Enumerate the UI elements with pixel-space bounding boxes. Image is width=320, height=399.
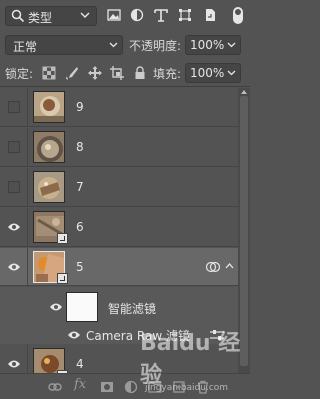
layer-row-9[interactable]: 9	[0, 88, 238, 127]
lock-artboard-icon[interactable]	[110, 66, 124, 80]
type-filter-icon[interactable]	[154, 8, 168, 22]
fill-value: 100%	[190, 66, 225, 80]
smart-filters-row[interactable]: 智能滤镜	[0, 287, 238, 326]
chevron-down-icon	[227, 70, 236, 76]
layer-thumbnail	[33, 131, 65, 163]
eye-icon	[8, 263, 20, 271]
lock-all-icon[interactable]	[133, 66, 147, 80]
eye-icon	[8, 223, 20, 231]
add-mask-icon[interactable]	[100, 380, 114, 394]
layer-row-8[interactable]: 8	[0, 128, 238, 167]
visibility-toggle[interactable]	[0, 248, 28, 287]
baidu-watermark-logo: Baidu 经验	[140, 331, 241, 388]
scroll-up-icon[interactable]	[240, 88, 248, 96]
adjustment-filter-icon[interactable]	[130, 8, 144, 22]
smart-filters-label: 智能滤镜	[108, 302, 157, 316]
link-layers-icon[interactable]	[48, 380, 62, 394]
fill-label: 填充:	[153, 67, 182, 81]
eye-icon[interactable]	[67, 330, 81, 340]
layer-filter-bar: 类型	[0, 0, 250, 31]
adjustment-layer-icon[interactable]	[124, 380, 138, 394]
opacity-label: 不透明度:	[129, 39, 182, 53]
lock-image-pixels-icon[interactable]	[65, 66, 79, 80]
visibility-off-box	[8, 101, 20, 113]
lock-label: 锁定:	[5, 67, 34, 81]
eye-icon[interactable]	[49, 302, 63, 312]
layer-name: 5	[76, 260, 84, 274]
filter-toggle[interactable]	[233, 7, 243, 24]
layer-name: 4	[76, 357, 84, 371]
chevron-down-icon	[80, 12, 90, 18]
visibility-off-box	[8, 141, 20, 153]
collapse-effects-icon[interactable]	[225, 262, 234, 270]
lock-row: 锁定: 填充: 100%	[0, 59, 250, 87]
blend-row: 正常 不透明度: 100%	[0, 31, 250, 59]
filter-kind-select[interactable]: 类型	[5, 6, 97, 26]
layer-name: 7	[76, 180, 84, 194]
layer-name: 6	[76, 220, 84, 234]
filter-mask-thumbnail[interactable]	[66, 292, 98, 322]
chevron-down-icon	[227, 42, 236, 48]
layer-row-6[interactable]: 6	[0, 208, 238, 247]
opacity-input[interactable]: 100%	[185, 35, 241, 55]
layer-style-fx-icon[interactable]: fx	[74, 377, 86, 392]
visibility-toggle[interactable]	[0, 88, 28, 127]
visibility-toggle[interactable]	[0, 345, 28, 373]
layer-thumbnail	[33, 91, 65, 123]
pixel-filter-icon[interactable]	[107, 8, 121, 22]
chevron-down-icon	[109, 42, 118, 48]
blend-mode-value: 正常	[13, 40, 38, 54]
fill-input[interactable]: 100%	[185, 63, 241, 83]
shape-filter-icon[interactable]	[178, 8, 192, 22]
visibility-off-box	[8, 181, 20, 193]
smart-filter-indicator-icon	[206, 261, 220, 273]
visibility-toggle[interactable]	[0, 168, 28, 207]
smart-object-badge-icon	[57, 233, 68, 244]
smart-object-badge-icon	[57, 273, 68, 284]
layer-thumbnail	[33, 171, 65, 203]
layer-name: 8	[76, 140, 84, 154]
lock-position-icon[interactable]	[88, 66, 102, 80]
layer-row-7[interactable]: 7	[0, 168, 238, 207]
smart-object-filter-icon[interactable]	[203, 8, 217, 22]
lock-transparent-pixels-icon[interactable]	[42, 66, 56, 80]
eye-icon	[8, 360, 20, 368]
visibility-toggle[interactable]	[0, 128, 28, 167]
visibility-toggle[interactable]	[0, 208, 28, 247]
layer-row-5[interactable]: 5	[0, 248, 238, 287]
blend-mode-select[interactable]: 正常	[5, 35, 123, 55]
baidu-watermark-url: jingyan.baidu.com	[145, 383, 229, 393]
layer-name: 9	[76, 100, 84, 114]
opacity-value: 100%	[190, 38, 225, 52]
search-icon	[11, 9, 25, 23]
filter-kind-label: 类型	[28, 11, 53, 25]
